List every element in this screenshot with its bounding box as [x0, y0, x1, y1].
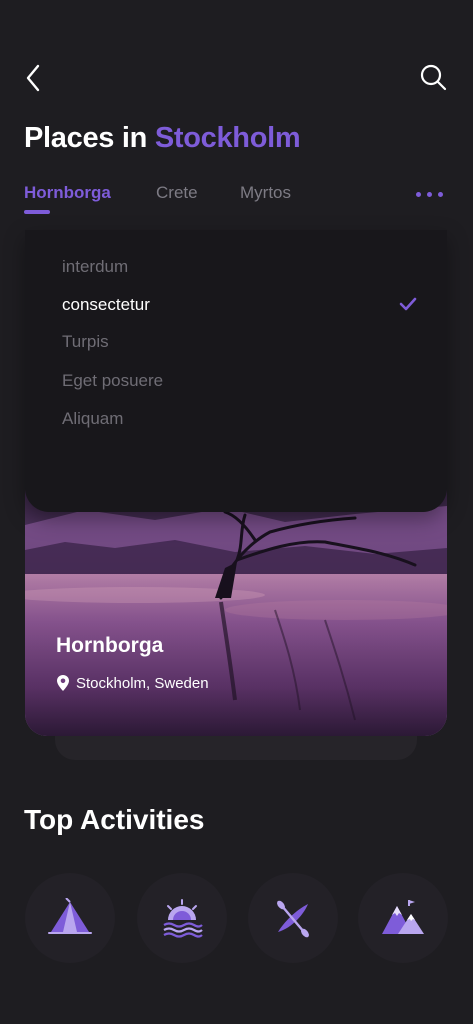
location-pin-icon [57, 675, 69, 691]
title-city: Stockholm [154, 122, 301, 154]
title-prefix: Places in [24, 122, 148, 154]
dropdown-option[interactable]: Turpis [62, 329, 109, 355]
tent-icon [48, 898, 92, 934]
card-stack-shadow [55, 736, 417, 760]
dropdown-option[interactable]: Aliquam [62, 406, 123, 432]
checkmark-icon [399, 297, 417, 311]
tab-crete[interactable]: Crete [156, 180, 198, 206]
search-button[interactable] [418, 62, 448, 92]
location-text: Stockholm, Sweden [76, 674, 209, 692]
activity-hiking-button[interactable] [358, 873, 448, 963]
more-dots-icon[interactable] [416, 184, 446, 204]
activity-sunset-button[interactable] [137, 873, 227, 963]
back-button[interactable] [20, 60, 48, 96]
sunset-icon [163, 899, 203, 938]
activity-kayak-button[interactable] [248, 873, 338, 963]
chevron-left-icon [26, 64, 40, 92]
page-title: Places in Stockholm [24, 122, 301, 155]
search-icon [420, 64, 447, 91]
tab-hornborga[interactable]: Hornborga [24, 180, 111, 206]
place-location: Stockholm, Sweden [56, 672, 209, 694]
dropdown-option[interactable]: interdum [62, 254, 128, 280]
top-bar [0, 0, 473, 110]
tab-myrtos[interactable]: Myrtos [240, 180, 291, 206]
section-title-activities: Top Activities [24, 804, 205, 835]
active-tab-indicator [24, 210, 50, 214]
place-tabs: Hornborga Crete Myrtos [24, 180, 454, 220]
dropdown-menu: interdum consectetur Turpis Eget posuere… [25, 230, 447, 512]
dropdown-option[interactable]: Eget posuere [62, 368, 163, 394]
activity-camping-button[interactable] [25, 873, 115, 963]
place-name: Hornborga [56, 634, 164, 657]
dropdown-option-selected[interactable]: consectetur [62, 292, 150, 318]
mountain-icon [382, 900, 424, 934]
kayak-icon [277, 900, 309, 938]
